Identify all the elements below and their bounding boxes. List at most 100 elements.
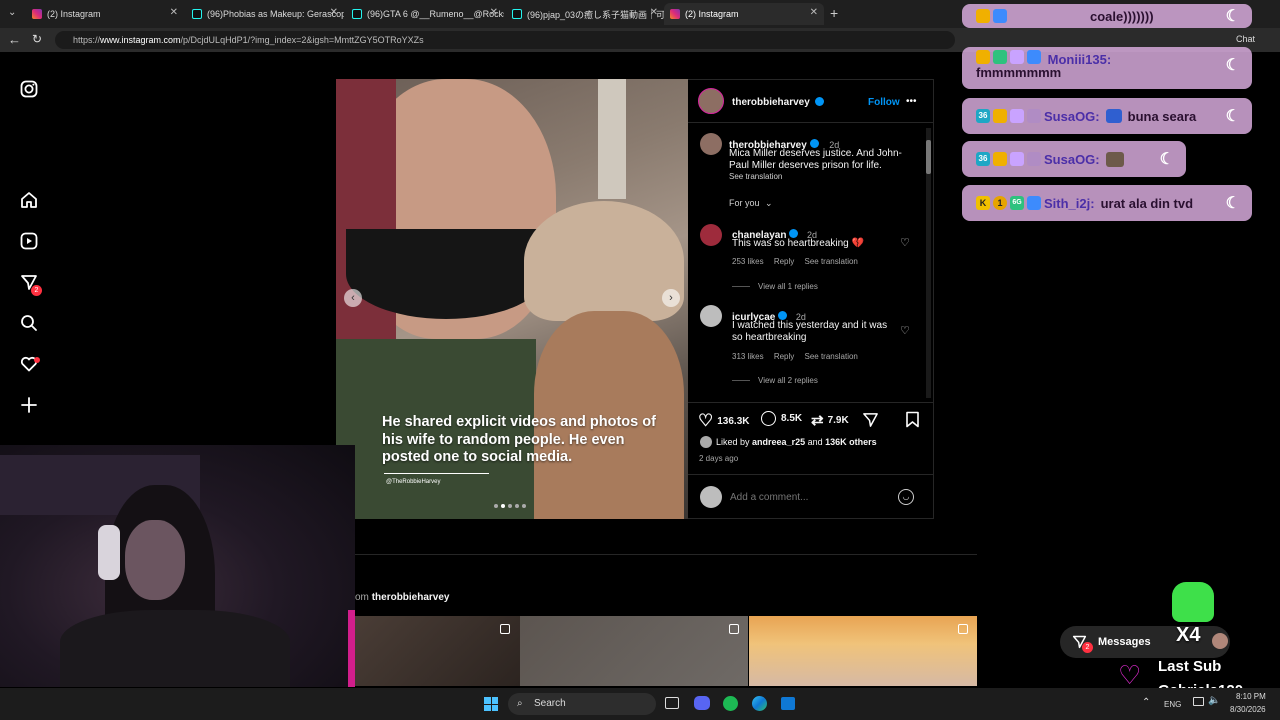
language-indicator[interactable]: ENG [1164,700,1181,709]
close-icon[interactable]: ✕ [810,7,818,18]
chat-emote-icon [1105,151,1124,167]
scrollbar-thumb[interactable] [926,140,931,174]
follow-button[interactable]: Follow [868,97,900,108]
comment-avatar[interactable] [700,224,722,246]
comments-scrollbar[interactable] [926,128,931,398]
share-icon[interactable] [862,411,879,433]
comment-likes[interactable]: 313 likes [732,352,764,361]
chat-username[interactable]: Sith_i2j: [1044,196,1095,211]
author-username[interactable]: therobbieharvey [732,97,810,108]
tab-instagram-1[interactable]: (2) Instagram ✕ [26,3,184,25]
comment-avatar[interactable] [700,305,722,327]
close-icon[interactable]: ✕ [490,7,498,18]
tab-tiktok-3[interactable]: (96)pjap_03の癒し系子猫動画｜可愛 ✕ [506,3,664,25]
post-details-panel: therobbieharvey Follow ••• therobbieharv… [688,79,934,519]
taskbar-search[interactable]: ⌕ Search [508,693,656,715]
next-slide-button[interactable]: › [662,289,680,307]
back-icon[interactable]: ← [8,32,21,47]
tab-tiktok-2[interactable]: (96)GTA 6 @__Rumeno__@Rocksta ✕ [346,3,504,25]
more-options-icon[interactable]: ••• [906,96,917,107]
chat-text: coale))))))) [1090,8,1154,24]
add-comment-input[interactable] [730,489,880,505]
comment-button[interactable]: 8.5K [761,411,802,426]
comment-like-icon[interactable]: ♡ [900,236,910,249]
comment-likes[interactable]: 253 likes [732,257,764,266]
tab-tiktok-1[interactable]: (96)Phobias as Makeup: Gerascop ✕ [186,3,344,25]
chat-message: 36 SusaOG: ☾ [962,141,1186,177]
chat-text: fmmmmmmm [976,65,1062,80]
new-tab-icon[interactable]: + [830,5,838,21]
emoji-icon[interactable]: ◡ [898,489,914,505]
chat-text: urat ala din tvd [1100,195,1194,211]
author-avatar[interactable] [698,88,724,114]
see-translation-link[interactable]: See translation [805,257,858,266]
address-bar-input[interactable]: https://www.instagram.com/p/DcjdULqHdP1/… [55,31,955,49]
more-post-thumbnail[interactable] [520,616,748,686]
messages-button[interactable]: 2 Messages X4 [1060,624,1230,658]
view-replies-link[interactable]: View all 2 replies [732,376,818,385]
home-icon[interactable] [18,191,40,213]
tray-chevron-icon[interactable]: ⌃ [1142,697,1150,708]
tiktok-icon [352,9,362,19]
app-icon[interactable] [781,697,795,710]
notifications-badge: 2 [31,285,42,296]
see-translation-link[interactable]: See translation [805,352,858,361]
clock-date[interactable]: 8/30/2026 [1230,705,1266,714]
windows-start-icon[interactable] [484,697,498,711]
more-post-thumbnail[interactable] [355,616,520,686]
close-icon[interactable]: ✕ [650,7,658,18]
multiplier-label: X4 [1176,624,1201,646]
screen: ⌄ (2) Instagram ✕ (96)Phobias as Makeup:… [0,0,1280,720]
reply-button[interactable]: Reply [774,257,794,266]
instagram-logo-icon[interactable] [18,80,40,102]
task-view-icon[interactable] [665,697,679,709]
repost-icon: ⇄ [811,412,824,429]
search-icon[interactable] [18,314,40,336]
search-label: Search [534,698,566,709]
tab-list-chevron-icon[interactable]: ⌄ [8,7,16,18]
comment-text: This was so heartbreaking 💔 [732,238,864,249]
prev-slide-button[interactable]: ‹ [344,289,362,307]
see-translation-link[interactable]: See translation [729,172,782,181]
chat-toolbar-label[interactable]: Chat [1236,34,1255,44]
chat-username[interactable]: SusaOG: [1044,109,1100,124]
edge-icon[interactable] [752,696,767,711]
comment-like-icon[interactable]: ♡ [900,324,910,337]
save-icon[interactable] [905,411,920,433]
repost-button[interactable]: ⇄ 7.9K [811,411,849,429]
headphones-shape [98,525,120,580]
carousel-dots [494,504,526,508]
liked-by-user[interactable]: andreea_r25 [752,437,805,447]
create-icon[interactable] [18,396,40,418]
heart-outline-icon: ♡ [1118,660,1142,690]
reload-icon[interactable]: ↻ [32,32,42,46]
clock-time[interactable]: 8:10 PM [1236,692,1266,701]
network-icon[interactable] [1193,697,1204,706]
comment-meta: 253 likes Reply See translation [732,257,858,266]
close-icon[interactable]: ✕ [330,7,338,18]
reels-icon[interactable] [18,232,40,254]
chat-username[interactable]: SusaOG: [1044,152,1100,167]
close-icon[interactable]: ✕ [170,7,178,18]
for-you-filter[interactable]: For you ⌄ [729,198,773,209]
spotify-icon[interactable] [723,696,738,711]
caption-avatar[interactable] [700,133,722,155]
badge-36: 36 [976,152,990,166]
view-replies-link[interactable]: View all 1 replies [732,282,818,291]
liked-by-others[interactable]: 136K others [825,437,877,447]
more-from-user[interactable]: therobbieharvey [372,592,450,603]
beanie-shape [524,201,684,321]
tiktok-icon [192,9,202,19]
more-post-thumbnail[interactable] [749,616,977,686]
comment-text: I watched this yesterday and it was so h… [732,320,888,343]
chat-emote-icon [1105,109,1122,123]
post-overlay-handle: @TheRobbieHarvey [386,479,441,485]
tab-instagram-active[interactable]: (2) Instagram ✕ [664,3,824,25]
messages-label: Messages [1098,636,1151,648]
volume-icon[interactable]: 🔈 [1208,695,1220,706]
verified-icon [778,311,788,321]
discord-icon[interactable] [694,696,710,710]
chat-message: 36 SusaOG: buna seara ☾ [962,98,1252,134]
reply-button[interactable]: Reply [774,352,794,361]
like-button[interactable]: ♡ 136.3K [698,411,750,431]
